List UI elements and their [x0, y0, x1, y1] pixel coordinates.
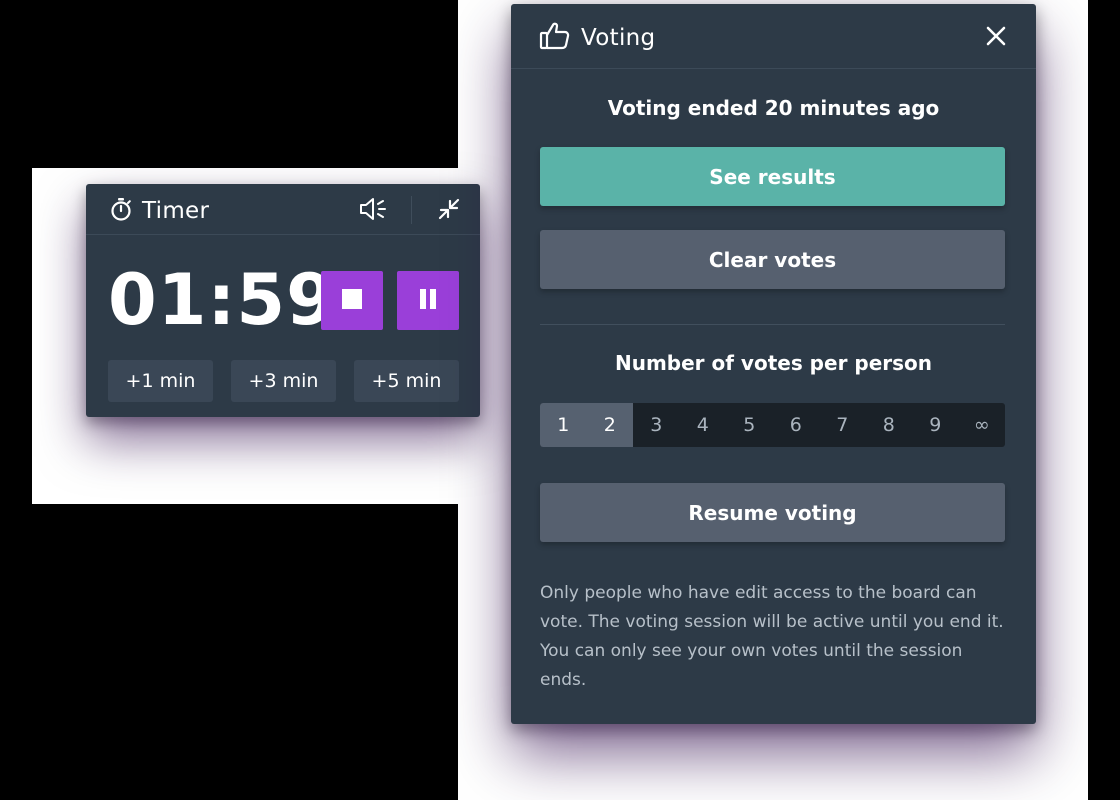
thumbs-up-icon [539, 21, 571, 55]
minimize-icon[interactable] [436, 196, 462, 226]
voting-info-text: Only people who have edit access to the … [540, 583, 1004, 690]
add-1-min-button[interactable]: +1 min [108, 360, 213, 402]
add-5-min-button[interactable]: +5 min [354, 360, 459, 402]
vote-option-9[interactable]: 9 [912, 403, 959, 447]
timer-header: Timer [86, 184, 480, 235]
clear-votes-button[interactable]: Clear votes [540, 230, 1005, 289]
stop-icon [341, 288, 363, 314]
vote-option-unlimited[interactable]: ∞ [959, 403, 1006, 447]
voting-header: Voting [511, 4, 1036, 69]
vote-option-3[interactable]: 3 [633, 403, 680, 447]
voting-panel: Voting Voting ended 20 minutes ago See r… [511, 4, 1036, 724]
stop-button[interactable] [321, 271, 383, 330]
timer-panel: Timer 01:59 +1 min +3 min +5 min [86, 184, 480, 417]
voting-status: Voting ended 20 minutes ago [607, 96, 940, 120]
pause-button[interactable] [397, 271, 459, 330]
vote-option-5[interactable]: 5 [726, 403, 773, 447]
vote-option-7[interactable]: 7 [819, 403, 866, 447]
resume-voting-button[interactable]: Resume voting [540, 483, 1005, 542]
vote-option-6[interactable]: 6 [773, 403, 820, 447]
vote-option-8[interactable]: 8 [866, 403, 913, 447]
stopwatch-icon [110, 197, 132, 225]
vote-option-1[interactable]: 1 [540, 403, 587, 447]
vote-option-2[interactable]: 2 [586, 403, 633, 447]
votes-per-person-selector: 1 2 3 4 5 6 7 8 9 ∞ [540, 403, 1005, 447]
see-results-button[interactable]: See results [540, 147, 1005, 206]
speaker-icon[interactable] [358, 196, 388, 226]
vote-option-4[interactable]: 4 [680, 403, 727, 447]
header-divider [411, 196, 412, 224]
close-icon[interactable] [984, 24, 1008, 52]
votes-per-person-label: Number of votes per person [614, 351, 933, 375]
voting-title: Voting [581, 25, 656, 51]
pause-icon [417, 288, 439, 314]
timer-time: 01:59 [108, 259, 336, 341]
add-3-min-button[interactable]: +3 min [231, 360, 336, 402]
timer-title: Timer [142, 198, 210, 224]
section-divider [540, 324, 1005, 325]
